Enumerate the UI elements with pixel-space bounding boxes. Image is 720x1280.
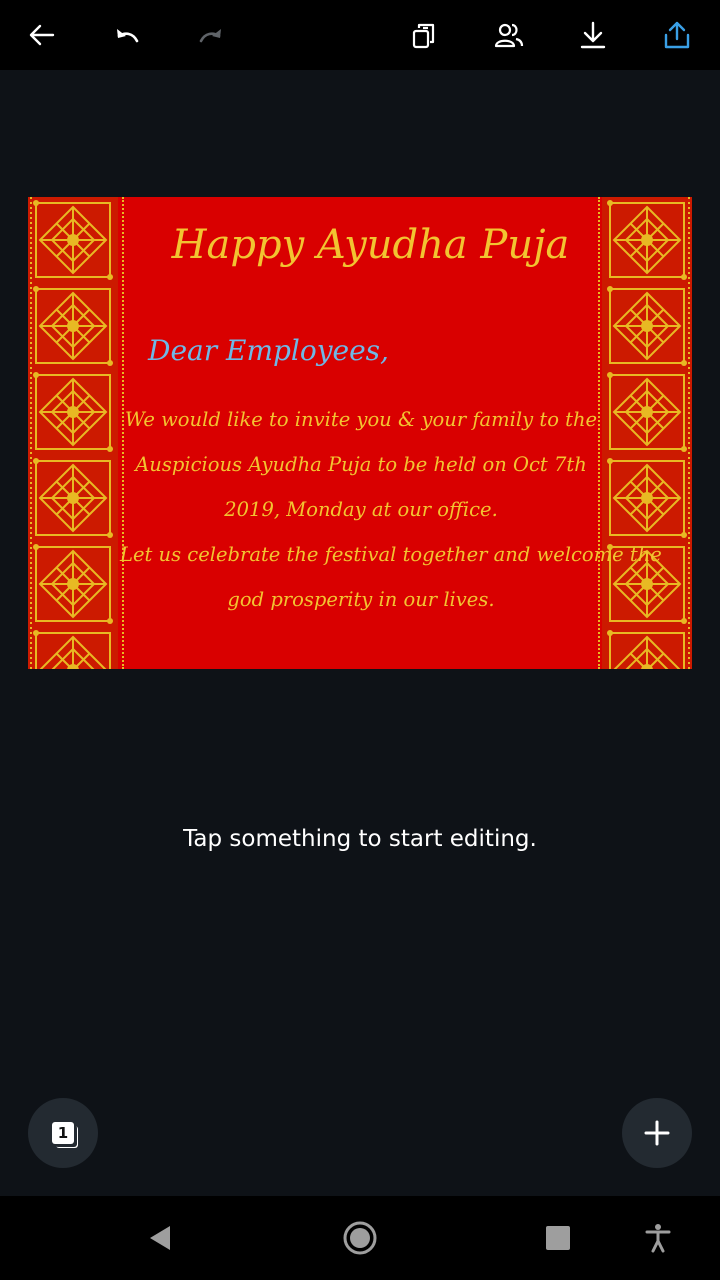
- design-canvas[interactable]: Happy Ayudha Puja Dear Employees, We wou…: [28, 197, 692, 669]
- undo-button[interactable]: [102, 10, 152, 60]
- page-number-badge: 1: [52, 1122, 74, 1144]
- plus-icon: [644, 1120, 670, 1146]
- pages-button[interactable]: 1: [28, 1098, 98, 1168]
- collaborate-icon: [494, 23, 524, 48]
- nav-home-button[interactable]: [340, 1218, 380, 1258]
- accessibility-button[interactable]: [638, 1218, 678, 1258]
- top-toolbar: [0, 0, 720, 70]
- back-button[interactable]: [17, 10, 67, 60]
- undo-icon: [117, 29, 139, 43]
- add-element-button[interactable]: [622, 1098, 692, 1168]
- body-line-3: 2019, Monday at our office.: [224, 498, 498, 521]
- card-title[interactable]: Happy Ayudha Puja: [138, 215, 603, 275]
- nav-recents-button[interactable]: [538, 1218, 578, 1258]
- download-icon: [580, 21, 606, 49]
- collaborate-button[interactable]: [484, 10, 534, 60]
- body-line-4: Let us celebrate the festival together a…: [120, 543, 662, 566]
- nav-home-icon: [343, 1221, 377, 1255]
- nav-recents-icon: [546, 1226, 570, 1250]
- body-line-2: Auspicious Ayudha Puja to be held on Oct…: [135, 453, 587, 476]
- accessibility-icon: [645, 1224, 671, 1253]
- body-line-1: We would like to invite you & your famil…: [124, 408, 598, 431]
- body-line-5: god prosperity in our lives.: [227, 588, 495, 611]
- share-button[interactable]: [652, 10, 702, 60]
- redo-button[interactable]: [186, 10, 236, 60]
- redo-icon: [199, 29, 221, 43]
- back-arrow-icon: [29, 24, 55, 46]
- system-navigation-bar: [0, 1196, 720, 1280]
- download-button[interactable]: [568, 10, 618, 60]
- card-greeting[interactable]: Dear Employees,: [148, 329, 468, 373]
- nav-back-button[interactable]: [140, 1218, 180, 1258]
- nav-back-icon: [150, 1226, 170, 1250]
- share-icon: [664, 21, 690, 49]
- copy-page-button[interactable]: [399, 10, 449, 60]
- copy-page-icon: [412, 23, 435, 49]
- left-ornamental-border: [28, 197, 118, 669]
- card-body[interactable]: We would like to invite you & your famil…: [120, 397, 662, 622]
- right-ornamental-border: [602, 197, 692, 669]
- editing-hint: Tap something to start editing.: [183, 826, 537, 852]
